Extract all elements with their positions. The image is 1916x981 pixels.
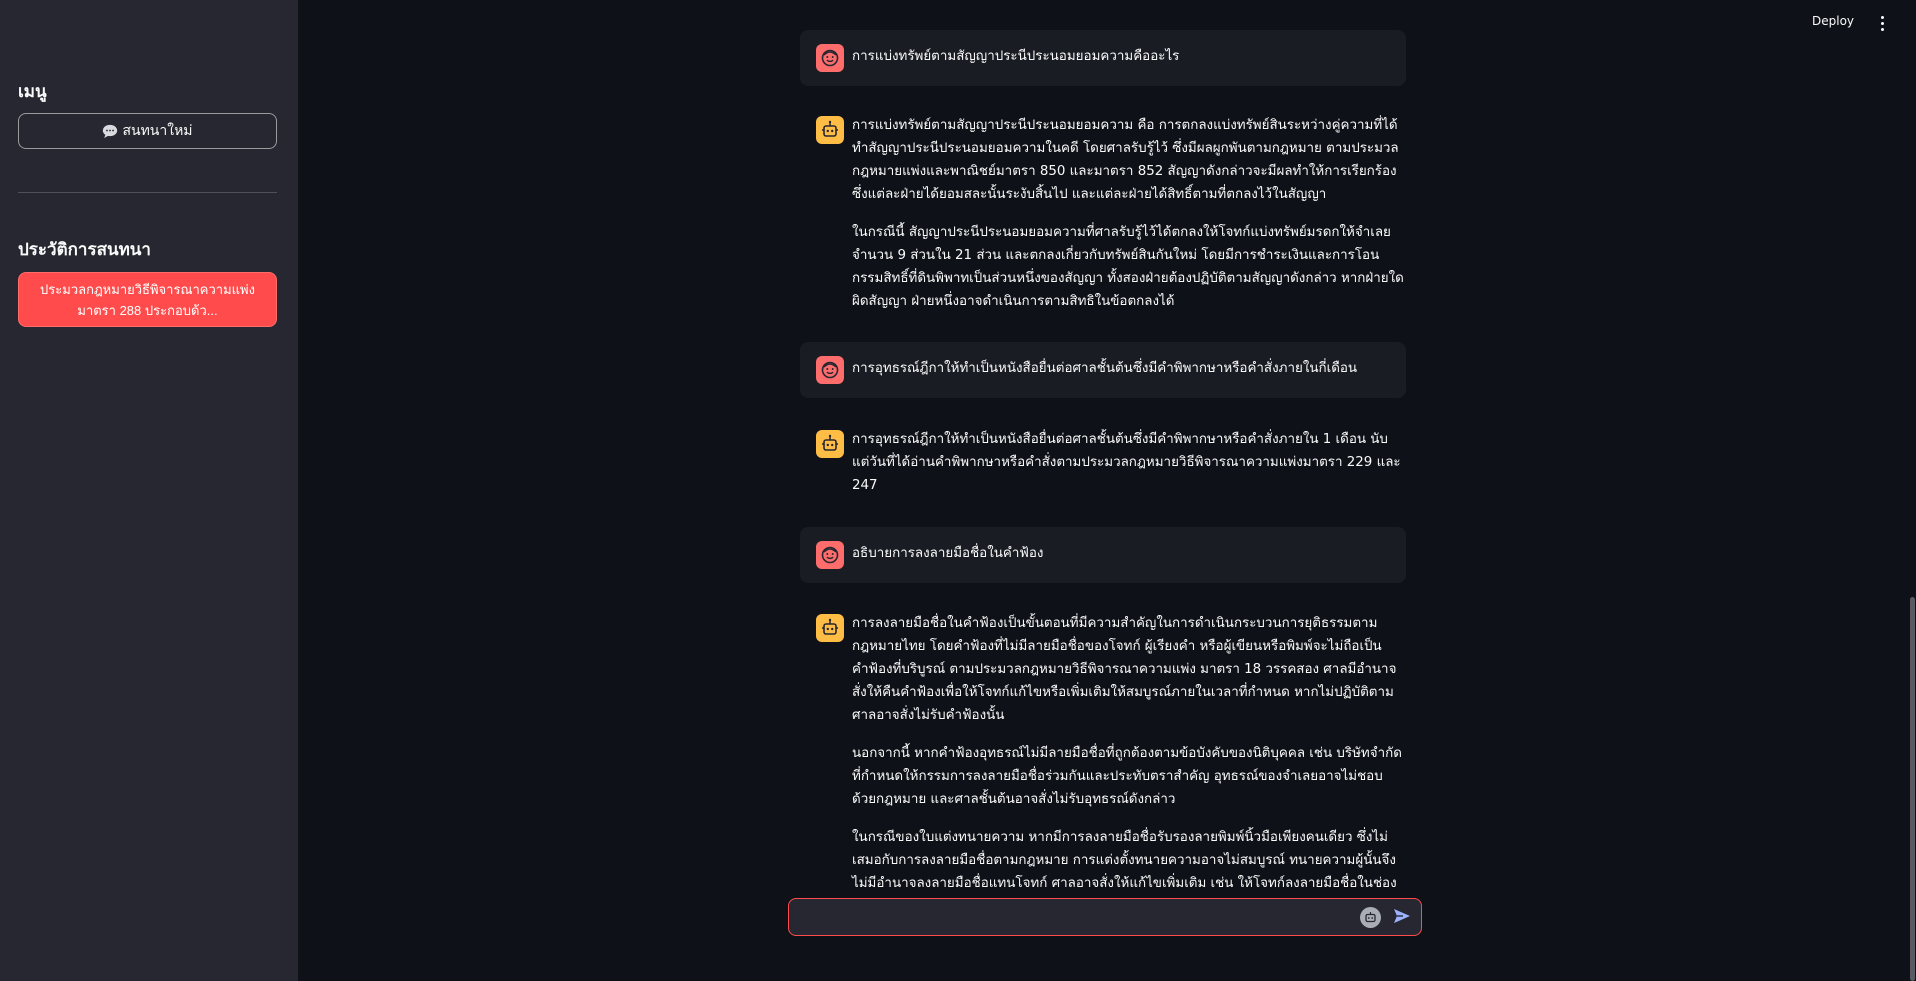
- new-chat-button[interactable]: สนทนาใหม่: [18, 113, 277, 149]
- user-message: การอุทธรณ์ฎีกาให้ทำเป็นหนังสือยื่นต่อศาล…: [800, 342, 1406, 398]
- user-avatar-icon: [816, 541, 844, 569]
- message-text: การแบ่งทรัพย์ตามสัญญาประนีประนอมยอมความค…: [852, 45, 1404, 83]
- message-text: การอุทธรณ์ฎีกาให้ทำเป็นหนังสือยื่นต่อศาล…: [852, 357, 1404, 395]
- bot-avatar-icon: [816, 116, 844, 144]
- message-paragraph: นอกจากนี้ หากคำฟ้องอุทธรณ์ไม่มีลายมือชื่…: [852, 746, 1402, 807]
- user-message: การแบ่งทรัพย์ตามสัญญาประนีประนอมยอมความค…: [800, 30, 1406, 86]
- message-paragraph: การอุทธรณ์ฎีกาให้ทำเป็นหนังสือยื่นต่อศาล…: [852, 432, 1401, 493]
- kebab-menu-icon[interactable]: [1876, 12, 1888, 34]
- chat-input-box: [788, 898, 1422, 936]
- message-text: อธิบายการลงลายมือชื่อในคำฟ้อง: [852, 542, 1404, 580]
- sidebar-divider: [18, 192, 277, 193]
- user-avatar-icon: [816, 356, 844, 384]
- message-paragraph: ในกรณีของใบแต่งทนายความ หากมีการลงลายมือ…: [852, 830, 1397, 888]
- bot-avatar-icon: [816, 430, 844, 458]
- message-paragraph: การลงลายมือชื่อในคำฟ้องเป็นขั้นตอนที่มีค…: [852, 616, 1397, 723]
- message-text: การอุทธรณ์ฎีกาให้ทำเป็นหนังสือยื่นต่อศาล…: [852, 428, 1404, 512]
- send-icon: [1391, 909, 1413, 930]
- chat-history-title: ประวัติการสนทนา: [18, 240, 151, 260]
- sidebar-menu-title: เมนู: [18, 82, 47, 102]
- user-avatar-icon: [816, 44, 844, 72]
- history-item[interactable]: ประมวลกฎหมายวิธีพิจารณาความแพ่งมาตรา 288…: [18, 272, 277, 327]
- bot-avatar-icon: [816, 614, 844, 642]
- message-paragraph: การแบ่งทรัพย์ตามสัญญาประนีประนอมยอมความค…: [852, 49, 1180, 64]
- send-button[interactable]: [1389, 905, 1415, 929]
- user-message: อธิบายการลงลายมือชื่อในคำฟ้อง: [800, 527, 1406, 583]
- assistant-message: การอุทธรณ์ฎีกาให้ทำเป็นหนังสือยื่นต่อศาล…: [800, 416, 1406, 506]
- chat-scrollbar[interactable]: [1910, 597, 1915, 981]
- chat-messages-area[interactable]: การแบ่งทรัพย์ตามสัญญาประนีประนอมยอมความค…: [800, 0, 1412, 888]
- new-chat-label: สนทนาใหม่: [122, 123, 193, 139]
- message-text: การแบ่งทรัพย์ตามสัญญาประนีประนอมยอมความ …: [852, 114, 1404, 328]
- message-paragraph: ในกรณีนี้ สัญญาประนีประนอมยอมความที่ศาลร…: [852, 225, 1404, 309]
- bot-status-icon: [1360, 907, 1381, 928]
- history-item-label: ประมวลกฎหมายวิธีพิจารณาความแพ่งมาตรา 288…: [40, 281, 255, 318]
- speech-bubble-icon: [102, 124, 118, 138]
- sidebar: เมนู สนทนาใหม่ ประวัติการสนทนา ประมวลกฎห…: [0, 0, 298, 981]
- message-text: การลงลายมือชื่อในคำฟ้องเป็นขั้นตอนที่มีค…: [852, 612, 1404, 888]
- chat-input[interactable]: [801, 899, 1321, 935]
- assistant-message: การลงลายมือชื่อในคำฟ้องเป็นขั้นตอนที่มีค…: [800, 600, 1406, 888]
- message-paragraph: การแบ่งทรัพย์ตามสัญญาประนีประนอมยอมความ …: [852, 118, 1399, 202]
- app-root: เมนู สนทนาใหม่ ประวัติการสนทนา ประมวลกฎห…: [0, 0, 1916, 981]
- deploy-button[interactable]: Deploy: [1812, 14, 1854, 28]
- assistant-message: การแบ่งทรัพย์ตามสัญญาประนีประนอมยอมความ …: [800, 102, 1406, 312]
- message-paragraph: การอุทธรณ์ฎีกาให้ทำเป็นหนังสือยื่นต่อศาล…: [852, 361, 1358, 376]
- message-paragraph: อธิบายการลงลายมือชื่อในคำฟ้อง: [852, 546, 1044, 561]
